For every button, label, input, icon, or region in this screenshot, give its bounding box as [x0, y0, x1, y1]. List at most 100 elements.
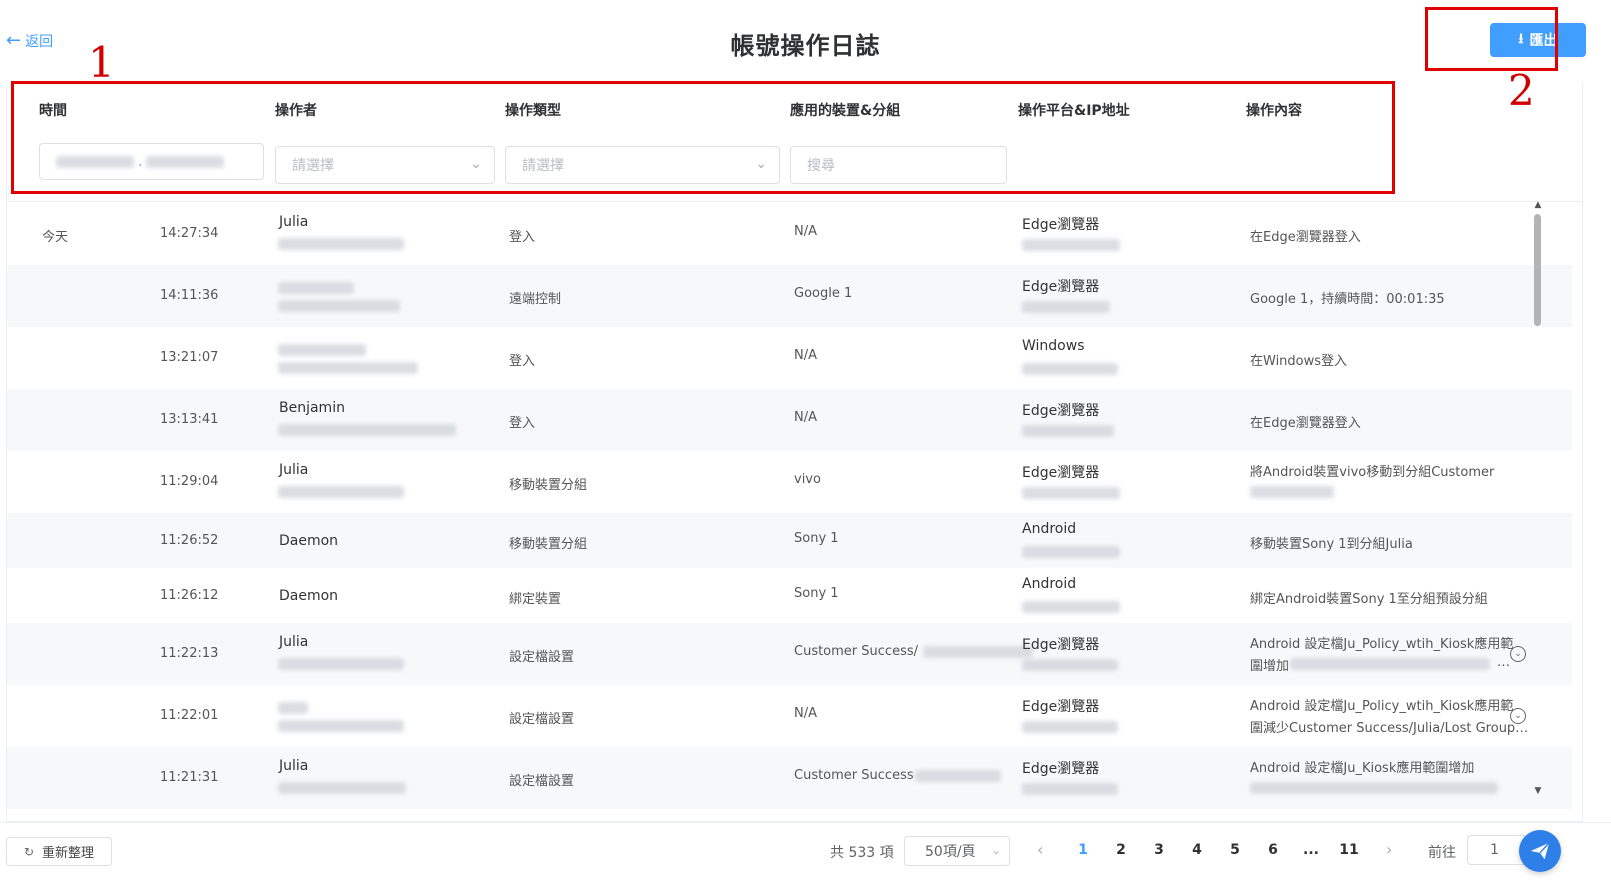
total-count: 共 533 項 [830, 845, 894, 861]
cell-platform: Edge瀏覽器 [1022, 761, 1100, 777]
redacted-ip-address [1022, 239, 1120, 251]
cell-platform: Edge瀏覽器 [1022, 699, 1100, 715]
cell-time: 14:11:36 [160, 288, 219, 303]
redacted-ip-address [1022, 783, 1118, 795]
cell-operation-type: 設定檔設置 [509, 712, 575, 727]
cell-operation-type: 移動裝置分組 [509, 478, 588, 493]
redacted-group-path [915, 770, 1001, 782]
cell-time: 11:26:52 [160, 533, 219, 548]
redacted-ip-address [1022, 546, 1120, 558]
table-row: 11:29:04 Julia 移動裝置分組 vivo Edge瀏覽器 將Android裝置… [7, 451, 1572, 513]
cell-content: 將Android裝置vivo移動到分組Customer [1250, 465, 1495, 480]
page-6[interactable]: 6 [1263, 842, 1283, 858]
cell-platform: Edge瀏覽器 [1022, 465, 1100, 481]
cell-time: 11:26:12 [160, 588, 219, 603]
redacted-operator-email [278, 782, 406, 794]
page-1[interactable]: 1 [1073, 842, 1093, 858]
scrollbar-thumb[interactable] [1534, 214, 1541, 326]
table-row: 13:13:41 Benjamin 登入 N/A Edge瀏覽器 在Edge瀏覽器登入 [7, 389, 1572, 451]
cell-platform: Windows [1022, 338, 1085, 354]
goto-page-input[interactable]: 1 [1467, 835, 1527, 865]
cell-content: Google 1，持續時間：00:01:35 [1250, 292, 1445, 307]
cell-device-group: Google 1 [794, 286, 853, 301]
redacted-group-name [1250, 486, 1334, 498]
expand-chevron-icon[interactable]: ⌄ [1510, 646, 1526, 662]
cell-operation-type: 綁定裝置 [509, 592, 562, 607]
table-scrollbar[interactable]: ▲ ▼ [1532, 200, 1544, 800]
cell-device-group: N/A [794, 410, 817, 425]
annotation-box-2 [1425, 7, 1558, 71]
cell-content: 在Edge瀏覽器登入 [1250, 230, 1361, 245]
redacted-ip-address [1022, 721, 1118, 733]
page-5[interactable]: 5 [1225, 842, 1245, 858]
page-2[interactable]: 2 [1111, 842, 1131, 858]
cell-time: 13:21:07 [160, 350, 219, 365]
cell-time: 11:22:01 [160, 708, 219, 723]
send-feedback-button[interactable] [1519, 830, 1561, 872]
cell-platform: Edge瀏覽器 [1022, 637, 1100, 653]
cell-content: Android 設定檔Ju_Policy_wtih_Kiosk應用範 [1250, 699, 1514, 714]
cell-platform: Edge瀏覽器 [1022, 279, 1100, 295]
cell-content: Android 設定檔Ju_Policy_wtih_Kiosk應用範 [1250, 637, 1514, 652]
cell-device-group: Sony 1 [794, 586, 839, 601]
page-11[interactable]: 11 [1339, 842, 1359, 858]
cell-time: 14:27:34 [160, 226, 219, 241]
cell-device-group: vivo [794, 472, 821, 487]
redacted-ip-address [1022, 487, 1120, 499]
cell-platform: Android [1022, 576, 1077, 592]
page-4[interactable]: 4 [1187, 842, 1207, 858]
cell-content: 移動裝置Sony 1到分組Julia [1250, 537, 1413, 552]
redacted-operator-email [278, 300, 400, 312]
next-page-icon[interactable]: › [1386, 840, 1392, 859]
cell-operation-type: 登入 [509, 230, 536, 245]
cell-device-group: Sony 1 [794, 531, 839, 546]
cell-time: 13:13:41 [160, 412, 219, 427]
redacted-operator-email [278, 362, 418, 374]
redacted-ip-address [1022, 363, 1118, 375]
redacted-operator-email [278, 424, 456, 436]
cell-time: 11:21:31 [160, 770, 219, 785]
table-row: 11:22:01 設定檔設置 N/A Edge瀏覽器 Android 設定檔Ju_Pol… [7, 685, 1572, 747]
cell-operation-type: 設定檔設置 [509, 774, 575, 789]
scroll-down-icon[interactable]: ▼ [1532, 786, 1544, 796]
redacted-ip-address [1022, 425, 1114, 437]
cell-device-group: N/A [794, 224, 817, 239]
refresh-button[interactable]: ↻ 重新整理 [6, 837, 112, 866]
cell-operator: Julia [279, 462, 309, 478]
cell-date: 今天 [42, 230, 69, 245]
cell-content-ellipsis: … [1497, 655, 1510, 670]
pagination-footer: ↻ 重新整理 共 533 項 50項/頁 ⌄ ‹ 1 2 3 4 5 6 ...… [0, 822, 1611, 896]
cell-device-group: N/A [794, 706, 817, 721]
cell-device-group: N/A [794, 348, 817, 363]
redacted-operator-name [278, 344, 366, 356]
table-row: 13:21:07 登入 N/A Windows 在Windows登入 [7, 327, 1572, 389]
paper-plane-icon [1530, 842, 1550, 860]
table-row: 今天 14:27:34 Julia 登入 N/A Edge瀏覽器 在Edge瀏覽器登入 [7, 203, 1572, 265]
cell-platform: Edge瀏覽器 [1022, 403, 1100, 419]
redacted-ip-address [1022, 601, 1120, 613]
page-size-select[interactable]: 50項/頁 ⌄ [904, 836, 1010, 866]
page-3[interactable]: 3 [1149, 842, 1169, 858]
cell-device-group: Customer Success/ [794, 644, 918, 659]
redacted-operator-email [278, 486, 404, 498]
cell-content-line2: 圍減少Customer Success/Julia/Lost Group… [1250, 721, 1529, 736]
cell-operator: Daemon [279, 588, 339, 604]
chevron-down-icon: ⌄ [991, 844, 1001, 857]
expand-chevron-icon[interactable]: ⌄ [1510, 708, 1526, 724]
cell-content: 在Windows登入 [1250, 354, 1348, 369]
cell-operation-type: 遠端控制 [509, 292, 562, 307]
cell-operator: Julia [279, 634, 309, 650]
page-size-value: 50項/頁 [925, 844, 976, 860]
scroll-up-icon[interactable]: ▲ [1532, 200, 1544, 210]
redacted-ip-address [1022, 659, 1118, 671]
cell-platform: Android [1022, 521, 1077, 537]
cell-operator: Daemon [279, 533, 339, 549]
cell-time: 11:22:13 [160, 646, 219, 661]
redacted-operator-email [278, 238, 404, 250]
cell-operation-type: 登入 [509, 416, 536, 431]
table-row: 11:26:52 Daemon 移動裝置分組 Sony 1 Android 移動裝置Son… [7, 513, 1572, 568]
page-title: 帳號操作日誌 [730, 32, 881, 60]
cell-content: Android 設定檔Ju_Kiosk應用範圍增加 [1250, 761, 1475, 776]
page-ellipsis[interactable]: ... [1301, 842, 1321, 858]
prev-page-icon[interactable]: ‹ [1037, 840, 1043, 859]
